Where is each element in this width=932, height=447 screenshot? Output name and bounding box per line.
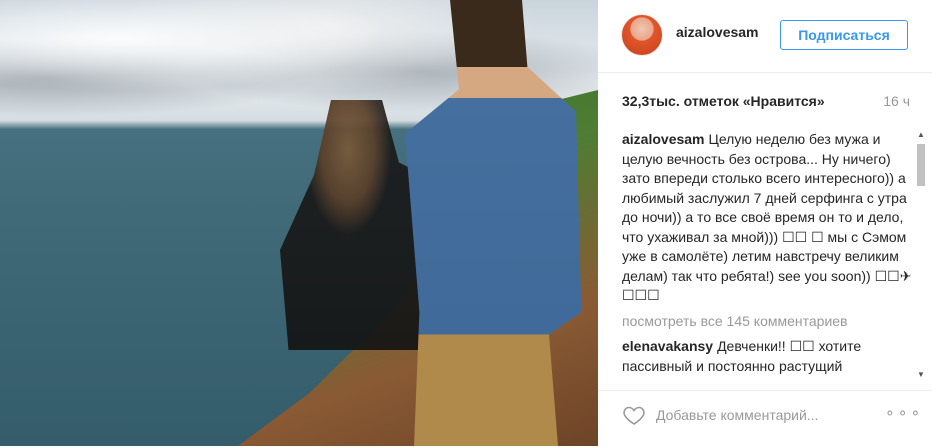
post-side-panel: aizalovesam Подписаться 32,3тыс. отметок… (598, 0, 932, 446)
post-timestamp[interactable]: 16 ч (883, 93, 910, 109)
comment-username[interactable]: aizalovesam (622, 131, 705, 147)
likes-row: 32,3тыс. отметок «Нравится» 16 ч (622, 93, 910, 113)
heart-icon[interactable] (622, 403, 646, 427)
post-photo[interactable] (0, 0, 598, 446)
scroll-up-arrow-icon[interactable]: ▲ (916, 130, 926, 140)
scroll-thumb[interactable] (917, 144, 925, 186)
follow-button[interactable]: Подписаться (780, 20, 908, 50)
view-all-comments-link[interactable]: посмотреть все 145 комментариев (622, 312, 914, 332)
comment-username[interactable]: elenavakansy (622, 338, 713, 354)
more-options-icon[interactable]: ⚬⚬⚬ (884, 405, 921, 425)
comment-item: elenavakansy Девченки!! ☐☐ хотите пассивн… (622, 337, 914, 376)
post-header: aizalovesam Подписаться (598, 0, 932, 73)
username-link[interactable]: aizalovesam (676, 24, 759, 40)
add-comment-input[interactable] (656, 403, 856, 427)
caption-comment: aizalovesam Целую неделю без мужа и целую… (622, 130, 914, 306)
comments-scrollbar[interactable]: ▲ ▼ (916, 130, 926, 380)
instagram-post: aizalovesam Подписаться 32,3тыс. отметок… (0, 0, 932, 446)
post-footer: ⚬⚬⚬ (598, 390, 932, 447)
scroll-down-arrow-icon[interactable]: ▼ (916, 370, 926, 380)
comments-list: aizalovesam Целую неделю без мужа и целую… (622, 130, 914, 380)
likes-count[interactable]: 32,3тыс. отметок «Нравится» (622, 93, 825, 109)
avatar[interactable] (621, 14, 663, 56)
comment-text: Целую неделю без мужа и целую вечность б… (622, 131, 912, 303)
